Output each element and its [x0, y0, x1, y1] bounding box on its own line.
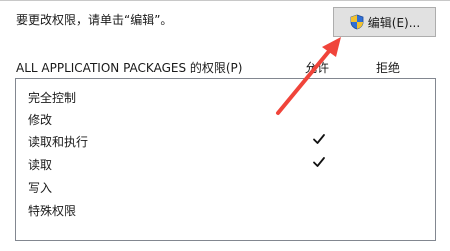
allow-check-icon — [312, 132, 326, 146]
permissions-title: ALL APPLICATION PACKAGES 的权限(P) — [16, 61, 243, 75]
allow-column-header: 允许 — [305, 61, 330, 75]
deny-check-icon — [382, 88, 396, 102]
allow-check-icon — [312, 178, 326, 192]
permission-label: 修改 — [28, 113, 53, 127]
deny-check-icon — [382, 178, 396, 192]
deny-check-icon — [382, 201, 396, 215]
uac-shield-icon — [349, 14, 365, 30]
permission-row: 读取 — [16, 152, 435, 174]
deny-column-header: 拒绝 — [376, 61, 401, 75]
deny-check-icon — [382, 132, 396, 146]
allow-check-icon — [312, 88, 326, 102]
deny-check-icon — [382, 155, 396, 169]
permission-row: 完全控制 — [16, 85, 435, 107]
permission-label: 写入 — [28, 181, 53, 195]
permission-label: 特殊权限 — [28, 204, 77, 218]
allow-check-icon — [312, 110, 326, 124]
instruction-text: 要更改权限，请单击“编辑”。 — [16, 13, 173, 27]
top-divider — [0, 0, 450, 1]
permission-label: 读取和执行 — [28, 135, 89, 149]
permission-label: 完全控制 — [28, 91, 77, 105]
permission-row: 读取和执行 — [16, 129, 435, 151]
permission-label: 读取 — [28, 158, 53, 172]
permission-row: 修改 — [16, 107, 435, 129]
permission-row: 特殊权限 — [16, 198, 435, 220]
deny-check-icon — [382, 110, 396, 124]
edit-button[interactable]: 编辑(E)... — [333, 7, 436, 37]
edit-button-label: 编辑(E)... — [367, 15, 421, 30]
permissions-list[interactable]: 完全控制 修改 读取和执行 读取 写入 特殊权限 — [15, 78, 436, 241]
allow-check-icon — [312, 201, 326, 215]
allow-check-icon — [312, 155, 326, 169]
permission-row: 写入 — [16, 175, 435, 197]
